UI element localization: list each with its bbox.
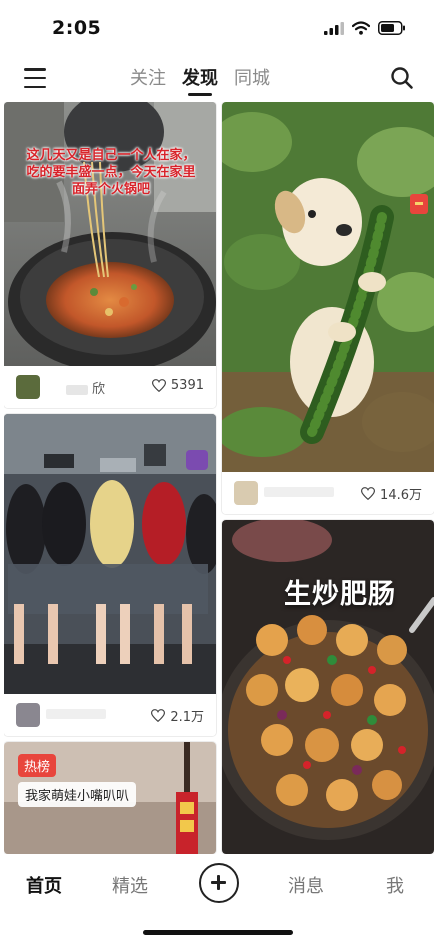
- status-icons: [324, 21, 406, 35]
- card-author[interactable]: 欣: [66, 378, 105, 397]
- feed-card[interactable]: 生炒肥肠: [222, 520, 434, 854]
- card-caption: 我家萌娃小嘴叭叭: [18, 782, 137, 807]
- battery-icon: [378, 21, 405, 35]
- status-bar: 2:05: [0, 0, 436, 58]
- dish-image: [222, 520, 434, 854]
- bottom-nav: 首页 精选 消息 我: [0, 856, 436, 912]
- home-indicator: [143, 930, 293, 935]
- card-meta: 2.1万: [4, 694, 216, 736]
- feed-card[interactable]: 14.6万: [222, 102, 434, 514]
- card-meta: 欣 5391: [4, 366, 216, 408]
- feed-card[interactable]: 这几天又是自己一个人在家，吃的要丰盛一点，今天在家里面弄个火锅吧 欣 5391: [4, 102, 216, 408]
- avatar[interactable]: [234, 481, 258, 505]
- like-count-value: 5391: [170, 378, 204, 393]
- avatar[interactable]: [16, 703, 40, 727]
- nav-featured[interactable]: 精选: [112, 872, 148, 898]
- tab-discover[interactable]: 发现: [182, 64, 218, 96]
- like-count[interactable]: 14.6万: [361, 484, 422, 503]
- like-count[interactable]: 5391: [151, 378, 204, 393]
- card-author[interactable]: [264, 484, 334, 499]
- card-author-name: 欣: [92, 382, 106, 397]
- card-author[interactable]: [46, 706, 106, 721]
- hotpot-image: [4, 102, 216, 366]
- tab-following[interactable]: 关注: [130, 64, 166, 96]
- card-overlay-text: 这几天又是自己一个人在家，吃的要丰盛一点，今天在家里面弄个火锅吧: [26, 148, 196, 197]
- top-nav: 关注 发现 同城: [0, 58, 436, 100]
- group-photo-image: [4, 414, 216, 694]
- heart-icon: [151, 709, 166, 722]
- status-time: 2:05: [52, 17, 102, 39]
- create-post-button[interactable]: [199, 863, 239, 903]
- feed-card[interactable]: 热榜 我家萌娃小嘴叭叭: [4, 742, 216, 854]
- top-tabs: 关注 发现 同城: [130, 64, 270, 96]
- signal-icon: [324, 21, 344, 35]
- like-count[interactable]: 2.1万: [151, 706, 204, 725]
- heart-icon: [151, 379, 166, 392]
- tab-local[interactable]: 同城: [234, 64, 270, 96]
- trending-badge: 热榜: [18, 754, 57, 777]
- nav-home[interactable]: 首页: [26, 872, 62, 898]
- feed-grid: 这几天又是自己一个人在家，吃的要丰盛一点，今天在家里面弄个火锅吧 欣 5391: [4, 102, 434, 854]
- menu-icon[interactable]: [24, 68, 46, 88]
- avatar[interactable]: [16, 375, 40, 399]
- heart-icon: [361, 487, 376, 500]
- search-icon[interactable]: [390, 66, 414, 90]
- nav-me[interactable]: 我: [386, 872, 404, 898]
- like-count-value: 14.6万: [380, 488, 422, 503]
- feed-card[interactable]: 2.1万: [4, 414, 216, 736]
- puppy-image: [222, 102, 434, 472]
- card-meta: 14.6万: [222, 472, 434, 514]
- nav-messages[interactable]: 消息: [288, 872, 324, 898]
- card-title-overlay: 生炒肥肠: [284, 579, 396, 610]
- like-count-value: 2.1万: [170, 710, 204, 725]
- wifi-icon: [352, 21, 370, 35]
